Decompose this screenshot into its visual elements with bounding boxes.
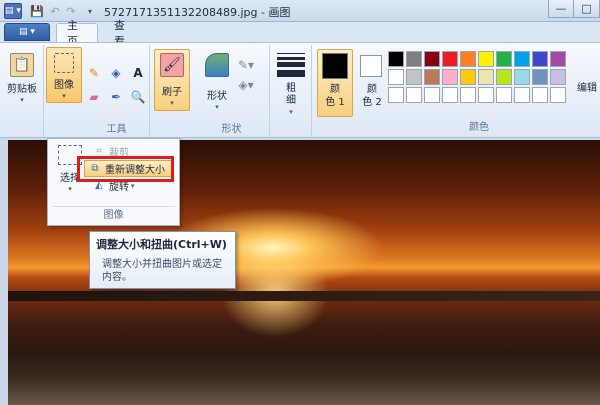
chevron-down-icon: ▾ (20, 96, 24, 104)
palette-swatch[interactable] (478, 51, 494, 67)
palette-swatch[interactable] (532, 51, 548, 67)
highlight-annotation (77, 156, 174, 182)
palette-swatch[interactable] (406, 69, 422, 85)
palette-swatch[interactable] (496, 87, 512, 103)
chevron-down-icon: ▾ (289, 108, 293, 116)
minimize-button[interactable]: — (548, 0, 574, 18)
chevron-down-icon: ▾ (62, 92, 66, 100)
select-marquee-icon (54, 53, 74, 73)
palette-swatch[interactable] (406, 87, 422, 103)
color1-label-wrap: 颜 色 1 (319, 83, 351, 109)
shapes-label: 形状 (207, 91, 227, 102)
tooltip-body: 调整大小并扭曲图片或选定内容。 (102, 259, 222, 283)
tooltip-title: 调整大小和扭曲(Ctrl+W) (96, 238, 227, 251)
shapes-group-label: 形状 (221, 124, 242, 135)
palette-swatch[interactable] (532, 87, 548, 103)
title-bar: ▤ ▾ 💾 ↶ ↷ ▾ 5727171351132208489.jpg - 画图… (0, 0, 600, 22)
shapes-button[interactable]: 形状 ▾ (200, 53, 234, 111)
palette-swatch[interactable] (442, 51, 458, 67)
fill-style-icon[interactable]: ◈▾ (238, 77, 254, 93)
ribbon: 📋 剪贴板 ▾ 图像 ▾ ✎ ◈ A ▰ ✒ 🔍 工具 🖌 刷子 ▾ 形状 ▾ … (0, 42, 600, 138)
palette-swatch[interactable] (514, 69, 530, 85)
color2-label-wrap: 颜 色 2 (356, 83, 388, 109)
chevron-down-icon: ▾ (170, 99, 174, 107)
eraser-icon[interactable]: ▰ (86, 89, 102, 105)
image-label: 图像 (54, 80, 74, 91)
clipboard-group: 📋 剪贴板 ▾ (0, 45, 44, 137)
palette-swatch[interactable] (496, 69, 512, 85)
color1-swatch (322, 53, 348, 79)
chevron-down-icon: ▾ (131, 181, 135, 190)
palette-swatch[interactable] (442, 87, 458, 103)
shapes-group: 形状 ▾ ✎▾ ◈▾ 形状 (194, 45, 270, 137)
palette-swatch[interactable] (514, 87, 530, 103)
maximize-button[interactable]: □ (573, 0, 600, 18)
palette-swatch[interactable] (478, 69, 494, 85)
edit-colors-label: 编辑 (577, 83, 597, 94)
palette-swatch[interactable] (496, 51, 512, 67)
text-icon[interactable]: A (130, 65, 146, 81)
tab-home[interactable]: 主页 (56, 19, 98, 48)
palette-swatch[interactable] (388, 69, 404, 85)
shapes-icon (205, 53, 229, 77)
tools-group: ✎ ◈ A ▰ ✒ 🔍 工具 (84, 45, 150, 137)
image-dropdown-panel: 选择 ▾ ⌗ 裁剪 ◭ 旋转 ▾ 图像 (47, 138, 180, 226)
color2-label: 颜 色 2 (362, 84, 382, 108)
color2-swatch[interactable] (360, 55, 382, 77)
image-button-content: 图像 ▾ (49, 53, 79, 100)
clipboard-icon: 📋 (10, 53, 34, 77)
palette-swatch[interactable] (514, 51, 530, 67)
brush-button-content: 🖌 刷子 ▾ (156, 53, 188, 107)
size-label: 粗 细 (286, 83, 296, 106)
size-group: 粗 细 ▾ (270, 45, 312, 137)
app-menu-button[interactable]: ▤ ▾ (4, 3, 22, 19)
palette-swatch[interactable] (442, 69, 458, 85)
palette-swatch[interactable] (550, 87, 566, 103)
resize-tooltip: 调整大小和扭曲(Ctrl+W) 调整大小并扭曲图片或选定内容。 (89, 231, 236, 289)
crop-icon: ⌗ (96, 145, 102, 157)
color1-label: 颜 色 1 (325, 84, 345, 108)
clipboard-button[interactable]: 📋 剪贴板 ▾ (7, 53, 37, 104)
magnifier-icon[interactable]: 🔍 (130, 89, 146, 105)
save-icon[interactable]: 💾 (30, 3, 44, 19)
color-picker-icon[interactable]: ✒ (108, 89, 124, 105)
colors-group-label: 颜色 (469, 122, 489, 133)
chevron-down-icon: ▾ (215, 103, 219, 111)
palette-swatch[interactable] (460, 69, 476, 85)
shoreline (8, 291, 600, 301)
size-button[interactable]: 粗 细 ▾ (274, 53, 308, 116)
palette-swatch[interactable] (460, 51, 476, 67)
undo-icon[interactable]: ↶ (48, 3, 62, 19)
chevron-down-icon: ▾ (68, 185, 72, 193)
palette-swatch[interactable] (424, 87, 440, 103)
palette-swatch[interactable] (478, 87, 494, 103)
line-width-icon (277, 53, 305, 77)
color-palette (388, 51, 566, 103)
tab-view[interactable]: 查看 (104, 19, 142, 48)
file-menu-button[interactable]: ▤ ▾ (4, 23, 50, 41)
palette-swatch[interactable] (424, 69, 440, 85)
fill-icon[interactable]: ◈ (108, 65, 124, 81)
brush-label: 刷子 (162, 87, 182, 98)
palette-swatch[interactable] (424, 51, 440, 67)
brush-icon: 🖌 (160, 53, 184, 77)
palette-swatch[interactable] (550, 69, 566, 85)
palette-swatch[interactable] (460, 87, 476, 103)
palette-swatch[interactable] (406, 51, 422, 67)
clipboard-label: 剪贴板 (7, 84, 37, 95)
palette-swatch[interactable] (388, 87, 404, 103)
ribbon-tab-row: ▤ ▾ 主页 查看 (0, 19, 600, 48)
palette-swatch[interactable] (550, 51, 566, 67)
outline-icon[interactable]: ✎▾ (238, 57, 254, 73)
tools-group-label: 工具 (106, 124, 127, 135)
image-group-label: 图像 (103, 210, 124, 221)
pencil-icon[interactable]: ✎ (86, 65, 102, 81)
palette-swatch[interactable] (388, 51, 404, 67)
palette-swatch[interactable] (532, 69, 548, 85)
edit-colors-button[interactable]: 编辑 (574, 79, 600, 94)
